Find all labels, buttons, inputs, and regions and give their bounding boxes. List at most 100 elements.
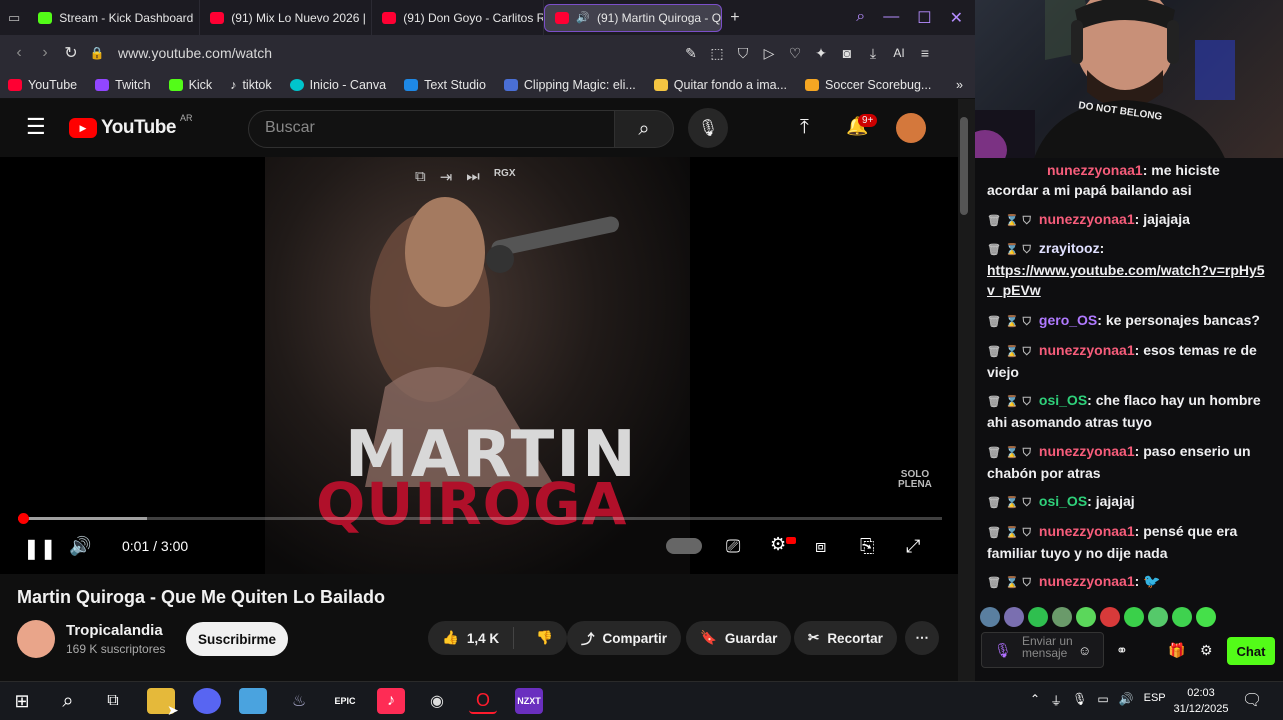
emote[interactable]	[1004, 607, 1024, 627]
bookmark-tiktok[interactable]: ♪ tiktok	[230, 78, 271, 92]
gift-icon[interactable]: 🎁	[1168, 642, 1185, 659]
new-tab-button[interactable]: +	[730, 9, 739, 27]
maximize-button[interactable]: ☐	[917, 8, 931, 28]
epic-games-icon[interactable]: EPIC	[331, 688, 359, 714]
popout-icon[interactable]: ⧉	[415, 168, 426, 186]
tab-don-goyo[interactable]: (91) Don Goyo - Carlitos R	[372, 0, 545, 35]
bookmark-text-studio[interactable]: Text Studio	[404, 78, 486, 92]
channel-points-icon[interactable]: ⚭	[1116, 642, 1128, 659]
bookmark-quitar-fondo[interactable]: Quitar fondo a ima...	[653, 78, 787, 92]
task-view-icon[interactable]: ⧉	[99, 688, 127, 714]
search-button[interactable]: ⌕	[614, 110, 674, 148]
bookmark-canva[interactable]: Inicio - Canva	[289, 78, 386, 92]
clip-button[interactable]: ✂ Recortar	[794, 621, 897, 655]
start-button[interactable]: ⊞	[8, 688, 36, 714]
microphone-icon[interactable]: 🎙	[994, 642, 1012, 659]
save-button[interactable]: 🔖 Guardar	[686, 621, 792, 655]
hamburger-menu-icon[interactable]: ☰	[26, 114, 46, 140]
play-icon[interactable]: ▷	[756, 45, 782, 62]
autoplay-toggle[interactable]	[666, 538, 702, 554]
emote[interactable]	[1028, 607, 1048, 627]
subtitles-button[interactable]: ⎚	[726, 536, 740, 557]
emote[interactable]	[1124, 607, 1144, 627]
search-icon[interactable]: ⌕	[54, 688, 82, 714]
chat-send-button[interactable]: Chat	[1227, 637, 1275, 665]
pause-button[interactable]: ❚❚	[23, 536, 57, 561]
rgx-badge[interactable]: RGX	[494, 168, 516, 186]
like-button[interactable]: 👍 1,4 K	[428, 627, 515, 649]
progress-scrubber[interactable]	[17, 513, 29, 524]
nzxt-icon[interactable]: NZXT	[515, 688, 543, 714]
youtube-logo[interactable]: ▶ YouTube AR	[69, 113, 192, 139]
tab-kick-dashboard[interactable]: Stream - Kick Dashboard	[28, 0, 201, 35]
upload-icon[interactable]: ⤒	[800, 116, 809, 139]
profile-icon[interactable]: ◙	[834, 45, 860, 61]
account-avatar[interactable]	[896, 113, 926, 143]
volume-button[interactable]: 🔊	[69, 536, 91, 557]
emote[interactable]	[1052, 607, 1072, 627]
emote[interactable]	[980, 607, 1000, 627]
chat-link[interactable]: https://www.youtube.com/watch?v=rpHy5v_p…	[987, 262, 1265, 298]
emote[interactable]	[1172, 607, 1192, 627]
cast-button[interactable]: ⎘	[860, 536, 874, 557]
thumbs-down-icon[interactable]: 👎	[522, 630, 567, 646]
emote[interactable]	[1100, 607, 1120, 627]
heart-icon[interactable]: ♡	[782, 45, 808, 62]
ai-icon[interactable]: AI	[886, 46, 912, 60]
emote[interactable]	[1076, 607, 1096, 627]
back-button[interactable]: ‹	[6, 44, 32, 62]
steam-icon[interactable]: ♨	[285, 688, 313, 714]
language-indicator[interactable]: ESP	[1144, 692, 1166, 709]
store-icon[interactable]	[239, 688, 267, 714]
close-button[interactable]: ✕	[950, 8, 963, 28]
tab-martin-quiroga[interactable]: 🔊 (91) Martin Quiroga - Q	[544, 3, 723, 32]
emote[interactable]	[1196, 607, 1216, 627]
taskbar-clock[interactable]: 02:03 31/12/2025	[1172, 685, 1230, 717]
download-icon[interactable]: ⤓	[860, 45, 886, 62]
url-field[interactable]: www.youtube.com/watch	[118, 45, 678, 61]
miniplayer-button[interactable]: ⧈	[815, 536, 826, 557]
emote[interactable]	[1148, 607, 1168, 627]
extensions-icon[interactable]: ✦	[808, 45, 834, 62]
network-icon[interactable]: ▭	[1097, 692, 1108, 709]
speaker-icon[interactable]: 🔊	[576, 11, 590, 24]
settings-button[interactable]: ⚙	[770, 534, 786, 555]
bookmark-youtube[interactable]: YouTube	[8, 78, 77, 92]
bookmark-twitch[interactable]: Twitch	[95, 78, 151, 92]
tiktok-icon[interactable]: ♪	[377, 688, 405, 714]
notifications-icon[interactable]: 🗨	[1242, 690, 1262, 710]
volume-icon[interactable]: 🔊	[1119, 692, 1134, 709]
chevron-up-icon[interactable]: ⌃	[1030, 692, 1040, 709]
bookmark-clipping-magic[interactable]: Clipping Magic: eli...	[503, 78, 636, 92]
shield-icon[interactable]: ⛉	[730, 45, 756, 62]
microphone-icon[interactable]: 🎙	[1072, 692, 1087, 709]
emoji-icon[interactable]: ☺	[1078, 643, 1091, 658]
discord-icon[interactable]	[193, 688, 221, 714]
minimize-button[interactable]: —	[883, 8, 899, 28]
tab-mix-lo-nuevo[interactable]: (91) Mix Lo Nuevo 2026 |	[200, 0, 373, 35]
subscribe-button[interactable]: Suscribirme	[186, 622, 288, 656]
share-button[interactable]: ⤴ Compartir	[567, 621, 682, 655]
forward-button[interactable]: ›	[32, 44, 58, 62]
opera-icon[interactable]: O	[469, 688, 497, 714]
more-bookmarks-icon[interactable]: »	[956, 78, 963, 92]
usb-icon[interactable]: ⏚	[1050, 692, 1062, 709]
progress-bar[interactable]	[18, 517, 942, 520]
channel-name[interactable]: Tropicalandia	[66, 622, 163, 639]
reload-button[interactable]: ↻	[58, 43, 84, 63]
skip-icon[interactable]: ⏭	[466, 168, 480, 186]
channel-avatar[interactable]	[17, 620, 55, 658]
exit-icon[interactable]: ⇥	[440, 168, 453, 186]
voice-search-button[interactable]: 🎙	[688, 108, 728, 148]
screenshot-icon[interactable]: ⬚	[704, 45, 730, 62]
tab-list-icon[interactable]: ▭	[8, 10, 20, 26]
pin-icon[interactable]: ✎	[678, 45, 704, 62]
obs-icon[interactable]: ◉	[423, 688, 451, 714]
more-actions-button[interactable]: ⋯	[905, 621, 939, 655]
menu-icon[interactable]: ≡	[912, 45, 938, 61]
search-icon[interactable]: ⌕	[856, 8, 865, 28]
chat-settings-icon[interactable]: ⚙	[1200, 642, 1213, 659]
scrollbar-thumb[interactable]	[960, 117, 968, 215]
bookmark-kick[interactable]: Kick	[168, 78, 212, 92]
search-input[interactable]: Buscar	[248, 110, 616, 148]
